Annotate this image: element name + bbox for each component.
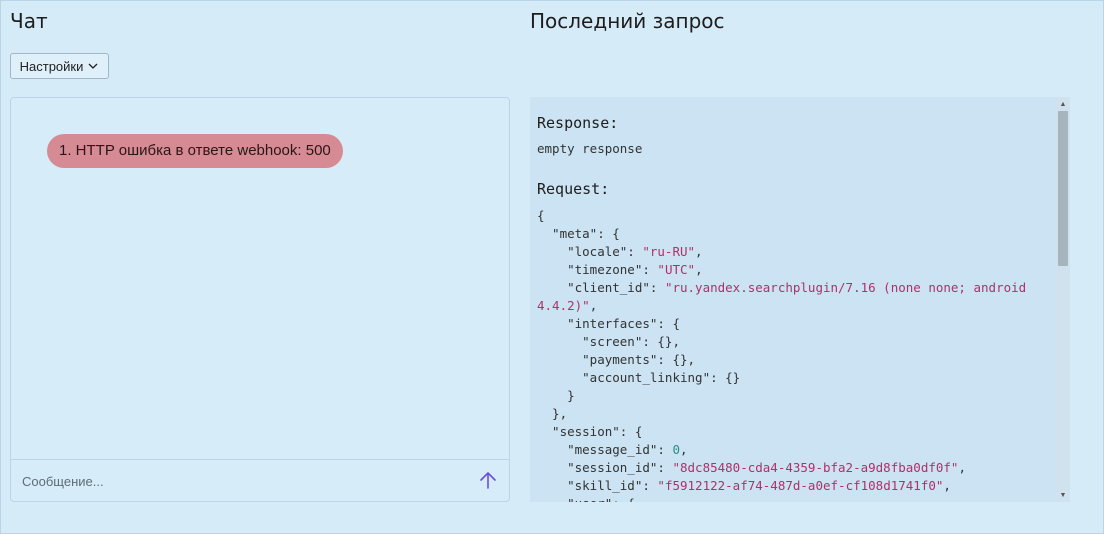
- chat-title: Чат: [10, 9, 48, 33]
- chevron-down-icon: [88, 63, 98, 69]
- request-label: Request:: [537, 180, 610, 198]
- scrollbar[interactable]: ▲ ▼: [1056, 97, 1070, 502]
- request-json-line: "meta": {: [537, 226, 620, 241]
- request-json-line: "skill_id": "f5912122-af74-487d-a0ef-cf1…: [537, 478, 951, 493]
- scroll-down-arrow-icon[interactable]: ▼: [1056, 488, 1070, 502]
- chat-message-error: 1. HTTP ошибка в ответе webhook: 500: [47, 134, 343, 168]
- request-json-line: "client_id": "ru.yandex.searchplugin/7.1…: [537, 280, 1027, 295]
- request-json-line: }: [537, 388, 575, 403]
- arrow-up-icon: [480, 472, 496, 489]
- settings-dropdown-button[interactable]: Настройки: [10, 53, 109, 79]
- scrollbar-thumb[interactable]: [1058, 111, 1068, 266]
- response-label: Response:: [537, 114, 619, 132]
- request-json-line: "locale": "ru-RU",: [537, 244, 703, 259]
- request-json-line: },: [537, 406, 568, 421]
- request-json-line: "session": {: [537, 424, 643, 439]
- request-json-line: "interfaces": {: [537, 316, 680, 331]
- last-request-panel: Response: empty response Request: { "met…: [530, 97, 1070, 502]
- send-button[interactable]: [477, 469, 499, 491]
- request-json-line: "user": {: [537, 496, 635, 502]
- request-json-line: "account_linking": {}: [537, 370, 741, 385]
- request-json-line: "screen": {},: [537, 334, 680, 349]
- response-value: empty response: [537, 141, 643, 156]
- request-json-line: "timezone": "UTC",: [537, 262, 703, 277]
- request-json: { "meta": { "locale": "ru-RU", "timezone…: [537, 207, 1026, 502]
- message-input[interactable]: [20, 469, 464, 493]
- last-request-title: Последний запрос: [530, 9, 725, 33]
- message-input-row: [11, 459, 509, 501]
- request-json-line: "message_id": 0,: [537, 442, 688, 457]
- request-json-line: {: [537, 208, 545, 223]
- settings-label: Настройки: [19, 58, 84, 74]
- request-json-line: 4.4.2)",: [537, 298, 598, 313]
- request-json-line: "payments": {},: [537, 352, 696, 367]
- scroll-up-arrow-icon[interactable]: ▲: [1056, 97, 1070, 111]
- chat-panel: 1. HTTP ошибка в ответе webhook: 500: [10, 97, 510, 502]
- request-json-line: "session_id": "8dc85480-cda4-4359-bfa2-a…: [537, 460, 966, 475]
